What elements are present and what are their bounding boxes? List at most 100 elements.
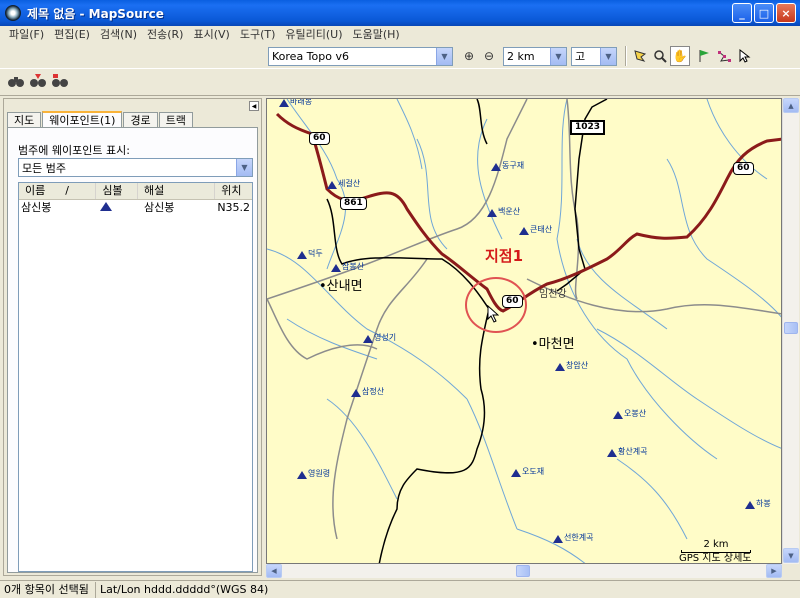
scroll-thumb[interactable]	[516, 565, 530, 577]
peak-marker[interactable]: 삼정산	[351, 387, 384, 397]
position-format-status[interactable]: Lat/Lon hddd.ddddd°(WGS 84)	[96, 582, 800, 598]
chevron-down-icon[interactable]: ▼	[550, 47, 566, 65]
title-bar[interactable]: 제목 없음 - MapSource _ □ ×	[0, 0, 800, 26]
peak-marker[interactable]: 덕두	[297, 249, 323, 259]
peak-marker[interactable]: 오봉산	[613, 409, 646, 419]
chevron-down-icon[interactable]: ▼	[600, 47, 616, 65]
summit-icon	[555, 363, 565, 371]
route-tool-icon[interactable]	[714, 46, 734, 66]
peak-marker[interactable]: 삼봉산	[331, 262, 364, 272]
binoculars-icon[interactable]	[6, 71, 26, 91]
peak-marker[interactable]: 영원령	[297, 469, 330, 479]
scroll-thumb[interactable]	[784, 322, 798, 334]
peak-marker[interactable]: 하봉	[745, 499, 771, 509]
tab-maps[interactable]: 지도	[7, 112, 42, 128]
minimize-button[interactable]: _	[732, 3, 752, 23]
peak-marker[interactable]: 바래봉	[279, 99, 312, 107]
detail-value: 고	[575, 50, 586, 63]
peak-marker[interactable]: 창암산	[555, 361, 588, 371]
menu-utilities[interactable]: 유틸리티(U)	[280, 26, 347, 44]
category-select[interactable]: 모든 범주 ▼	[18, 158, 253, 177]
find-next-icon[interactable]	[28, 71, 48, 91]
select-tool-icon[interactable]	[630, 46, 650, 66]
zoom-in-icon[interactable]: ⊕	[459, 46, 479, 66]
detail-select[interactable]: 고 ▼	[571, 46, 617, 66]
list-header: 이름 / 심볼 해설 위치	[19, 183, 252, 200]
category-value: 모든 범주	[22, 161, 66, 175]
waypoint-list[interactable]: 이름 / 심볼 해설 위치 삼신봉 삼신봉 N35.2	[18, 182, 253, 572]
road-shield: 60	[733, 162, 754, 175]
summit-icon	[351, 389, 361, 397]
map-view[interactable]: 60 861 1023 60 60 바래봉 동구재 세걸산 백운산 큰태산 덕두…	[266, 98, 782, 564]
column-name[interactable]: 이름 /	[19, 183, 97, 199]
scroll-left-icon[interactable]: ◀	[266, 564, 282, 578]
summit-icon	[607, 449, 617, 457]
summit-icon	[487, 209, 497, 217]
summit-icon	[96, 200, 138, 216]
map-product-select[interactable]: Korea Topo v6 ▼	[268, 46, 453, 66]
scroll-down-icon[interactable]: ▼	[783, 548, 799, 563]
column-symbol[interactable]: 심볼	[96, 183, 138, 199]
zoom-tool-icon[interactable]	[650, 46, 670, 66]
waypoint-flag-icon[interactable]	[694, 46, 714, 66]
window-title: 제목 없음 - MapSource	[27, 6, 164, 21]
menu-file[interactable]: 파일(F)	[4, 26, 49, 44]
peak-marker[interactable]: 세걸산	[327, 179, 360, 189]
menu-tools[interactable]: 도구(T)	[235, 26, 281, 44]
hand-tool-icon[interactable]: ✋	[670, 46, 690, 66]
summit-icon	[327, 181, 337, 189]
scroll-right-icon[interactable]: ▶	[766, 564, 782, 578]
summit-icon	[279, 99, 289, 107]
tab-tracks[interactable]: 트랙	[158, 112, 193, 128]
map-vertical-scrollbar[interactable]: ▲ ▼	[782, 98, 799, 564]
peak-marker[interactable]: 큰태산	[519, 225, 552, 235]
waypoint-position: N35.2	[217, 201, 251, 214]
town-dot: •	[531, 337, 539, 352]
road-shield: 60	[309, 132, 330, 145]
menu-bar: 파일(F) 편집(E) 검색(N) 전송(R) 표시(V) 도구(T) 유틸리티…	[0, 26, 800, 44]
summit-icon	[511, 469, 521, 477]
find-places-icon[interactable]	[50, 71, 70, 91]
list-item[interactable]: 삼신봉 삼신봉 N35.2	[19, 200, 252, 216]
maximize-button[interactable]: □	[754, 3, 774, 23]
peak-marker[interactable]: 선한계곡	[553, 533, 593, 543]
tab-waypoints[interactable]: 웨이포인트(1)	[42, 111, 123, 128]
data-panel: ◀ 지도 웨이포인트(1) 경로 트랙 범주에 웨이포인트 표시: 모든 범주 …	[3, 98, 262, 576]
summit-icon	[613, 411, 623, 419]
point-annotation: 지점1	[485, 247, 524, 265]
app-globe-icon	[5, 5, 21, 21]
map-horizontal-scrollbar[interactable]: ◀ ▶	[266, 564, 782, 578]
menu-edit[interactable]: 편집(E)	[49, 26, 95, 44]
menu-help[interactable]: 도움말(H)	[348, 26, 405, 44]
town-label: •마천면	[531, 337, 575, 352]
pointer-icon[interactable]	[734, 46, 754, 66]
selection-status: 0개 항목이 선택됨	[0, 581, 96, 598]
panel-tabs: 지도 웨이포인트(1) 경로 트랙	[7, 111, 194, 128]
map-detail-caption: GPS 지도 상세도	[679, 553, 752, 564]
close-button[interactable]: ×	[776, 3, 796, 23]
map-toolbar: Korea Topo v6 ▼ ⊕ ⊖ 2 km ▼ 고 ▼ ✋	[268, 44, 800, 68]
peak-marker[interactable]: 동구재	[491, 161, 524, 171]
peak-marker[interactable]: 백운산	[487, 207, 520, 217]
menu-transfer[interactable]: 전송(R)	[142, 26, 188, 44]
menu-view[interactable]: 표시(V)	[188, 26, 234, 44]
chevron-down-icon[interactable]: ▼	[236, 159, 252, 176]
river-label: 임천강	[539, 289, 567, 300]
chevron-down-icon[interactable]: ▼	[436, 47, 452, 65]
peak-marker[interactable]: 영성기	[363, 333, 396, 343]
column-position[interactable]: 위치	[215, 183, 252, 199]
peak-marker[interactable]: 황산계곡	[607, 447, 647, 457]
column-comment[interactable]: 해설	[138, 183, 216, 199]
scroll-up-icon[interactable]: ▲	[783, 98, 799, 113]
menu-find[interactable]: 검색(N)	[95, 26, 142, 44]
panel-collapse-icon[interactable]: ◀	[249, 101, 259, 111]
zoom-scale-select[interactable]: 2 km ▼	[503, 46, 567, 66]
peak-marker[interactable]: 오도재	[511, 467, 544, 477]
summit-icon	[519, 227, 529, 235]
town-label: •산내면	[319, 279, 363, 294]
tab-routes[interactable]: 경로	[123, 112, 158, 128]
summit-icon	[331, 264, 341, 272]
zoom-out-icon[interactable]: ⊖	[479, 46, 499, 66]
summit-icon	[553, 535, 563, 543]
sort-icon: /	[65, 184, 69, 197]
